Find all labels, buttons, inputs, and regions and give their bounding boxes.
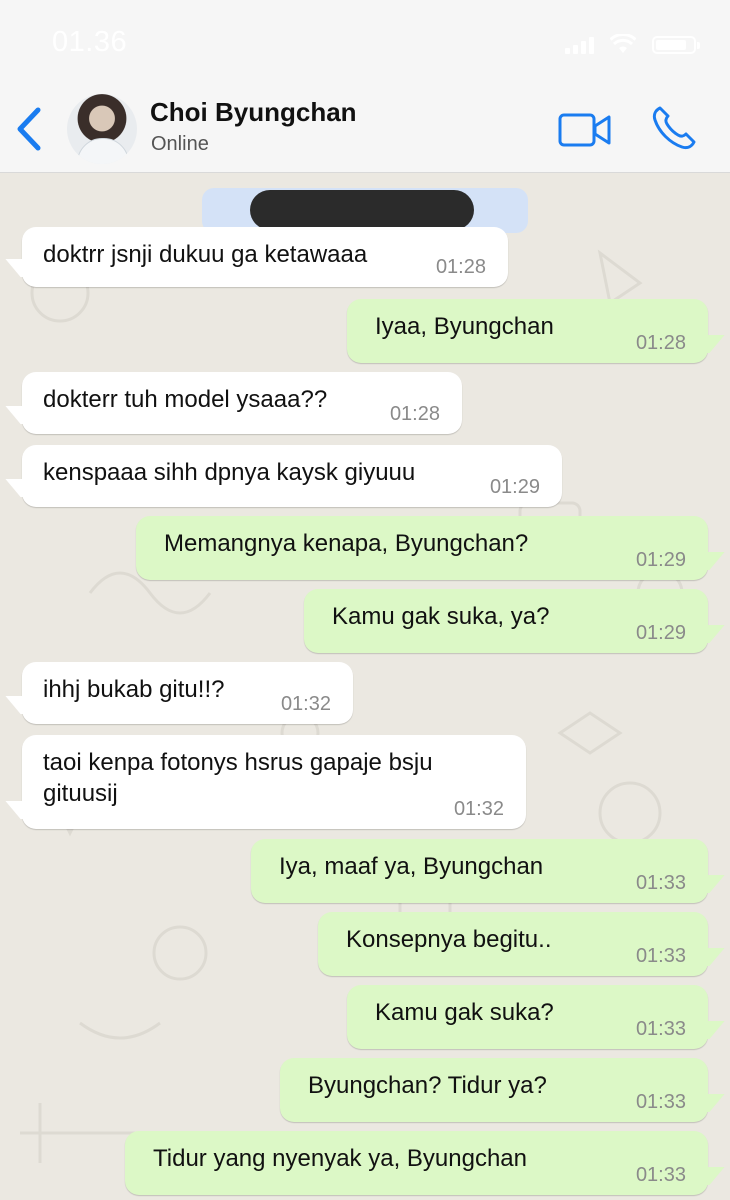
chat-header: Choi Byungchan Online <box>0 86 730 173</box>
outgoing-message[interactable]: Byungchan? Tidur ya? 01:33 <box>280 1058 708 1122</box>
message-text: doktrr jsnji dukuu ga ketawaaa <box>43 241 368 268</box>
message-time: 01:28 <box>635 332 686 354</box>
contact-avatar[interactable] <box>67 94 137 164</box>
message-time: 01:29 <box>635 549 686 571</box>
status-icons <box>565 34 700 54</box>
incoming-message[interactable]: ihhj bukab gitu!!? 01:32 <box>22 662 353 724</box>
message-time: 01:33 <box>635 1091 686 1113</box>
message-time: 01:33 <box>635 945 686 967</box>
message-text: Tidur yang nyenyak ya, Byungchan <box>153 1145 528 1172</box>
message-text: taoi kenpa fotonys hsrus gapaje bsju git… <box>43 749 433 807</box>
message-text: Memangnya kenapa, Byungchan? <box>164 530 529 557</box>
video-camera-icon[interactable] <box>558 112 612 148</box>
status-bar: 01.36 <box>0 0 730 86</box>
outgoing-message[interactable]: Tidur yang nyenyak ya, Byungchan 01:33 <box>125 1131 708 1195</box>
message-text: Kamu gak suka, ya? <box>332 603 550 630</box>
message-time: 01:29 <box>489 476 540 498</box>
incoming-message[interactable]: dokterr tuh model ysaaa?? 01:28 <box>22 372 462 434</box>
signal-icon <box>565 37 594 54</box>
outgoing-message[interactable]: Iya, maaf ya, Byungchan 01:33 <box>251 839 708 903</box>
message-time: 01:32 <box>453 798 504 820</box>
message-time: 01:28 <box>389 403 440 425</box>
chat-area[interactable]: doktrr jsnji dukuu ga ketawaaa 01:28 Iya… <box>0 173 730 1200</box>
message-time: 01:33 <box>635 1164 686 1186</box>
contact-name[interactable]: Choi Byungchan <box>150 97 357 128</box>
outgoing-message[interactable]: Kamu gak suka? 01:33 <box>347 985 708 1049</box>
back-chevron-icon[interactable] <box>12 106 48 152</box>
status-time: 01.36 <box>52 26 128 58</box>
wifi-icon <box>610 34 636 53</box>
message-text: Iya, maaf ya, Byungchan <box>279 853 544 880</box>
outgoing-message[interactable]: Konsepnya begitu.. 01:33 <box>318 912 708 976</box>
message-time: 01:32 <box>280 693 331 715</box>
incoming-message[interactable]: doktrr jsnji dukuu ga ketawaaa 01:28 <box>22 227 508 287</box>
outgoing-message[interactable]: Memangnya kenapa, Byungchan? 01:29 <box>136 516 708 580</box>
incoming-message[interactable]: kenspaaa sihh dpnya kaysk giyuuu 01:29 <box>22 445 562 507</box>
outgoing-message[interactable]: Iyaa, Byungchan 01:28 <box>347 299 708 363</box>
battery-icon <box>652 36 700 54</box>
outgoing-message[interactable]: Kamu gak suka, ya? 01:29 <box>304 589 708 653</box>
phone-icon[interactable] <box>650 104 698 152</box>
message-text: Byungchan? Tidur ya? <box>308 1072 547 1099</box>
contact-status: Online <box>151 133 209 155</box>
redaction-mark <box>250 190 474 230</box>
message-time: 01:33 <box>635 872 686 894</box>
message-time: 01:33 <box>635 1018 686 1040</box>
incoming-message[interactable]: taoi kenpa fotonys hsrus gapaje bsju git… <box>22 735 526 829</box>
message-text: dokterr tuh model ysaaa?? <box>43 386 328 413</box>
message-text: kenspaaa sihh dpnya kaysk giyuuu <box>43 459 416 486</box>
message-time: 01:29 <box>635 622 686 644</box>
message-time: 01:28 <box>435 256 486 278</box>
